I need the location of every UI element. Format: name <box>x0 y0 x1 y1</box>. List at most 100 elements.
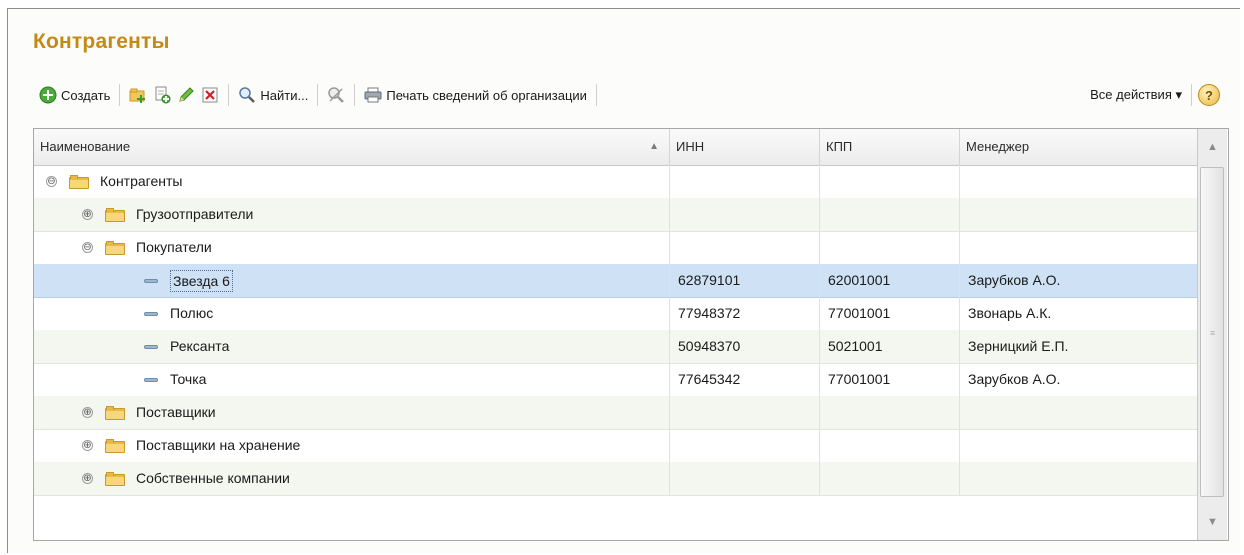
delete-button[interactable] <box>198 82 222 108</box>
item-icon <box>144 278 158 283</box>
toolbar: Создать Найти... Печать сведений об орга… <box>36 78 1236 112</box>
folder-icon <box>105 405 125 420</box>
expand-icon[interactable]: ⊕ <box>82 209 93 220</box>
cell-inn: 77645342 <box>670 363 820 396</box>
cell-manager: Зерницкий Е.П. <box>968 338 1069 354</box>
cell-name: ⊕ Грузоотправители <box>34 198 670 231</box>
cell-name: ⊕ Поставщики <box>34 396 670 429</box>
folder-icon <box>105 471 125 486</box>
expand-icon[interactable]: ⊕ <box>82 440 93 451</box>
table-row[interactable]: ⊕ Грузоотправители <box>34 198 1197 232</box>
table-row[interactable]: ⊕ Поставщики на хранение <box>34 429 1197 463</box>
copy-button[interactable] <box>150 82 174 108</box>
row-name-label: Рексанта <box>170 338 230 354</box>
print-button-label: Печать сведений об организации <box>386 87 587 103</box>
column-header-manager[interactable]: Менеджер <box>960 129 1197 165</box>
vertical-scrollbar[interactable]: ▲ ≡ ▼ <box>1197 129 1227 540</box>
expand-icon[interactable]: ⊕ <box>82 473 93 484</box>
cancel-search-button[interactable] <box>324 82 348 108</box>
table-row[interactable]: ⊖ Контрагенты <box>34 165 1197 199</box>
cancel-search-icon <box>327 86 345 104</box>
table-row[interactable]: ⊖ Покупатели <box>34 231 1197 265</box>
row-name-label: Поставщики <box>136 404 216 420</box>
item-icon <box>144 377 158 382</box>
create-button-label: Создать <box>61 87 111 103</box>
cell-name: Звезда 6 <box>34 264 670 297</box>
row-name-label: Полюс <box>170 305 214 321</box>
delete-mark-icon <box>201 86 219 104</box>
scroll-up-icon[interactable]: ▲ <box>1198 129 1227 165</box>
plus-circle-icon <box>39 86 57 104</box>
page-title: Контрагенты <box>33 30 170 53</box>
cell-name: ⊖ Контрагенты <box>34 165 670 198</box>
row-name-label: Поставщики на хранение <box>136 437 301 453</box>
table-row[interactable]: Рексанта 50948370 5021001 Зерницкий Е.П. <box>34 330 1197 364</box>
column-header-name[interactable]: Наименование ▲ <box>34 129 670 165</box>
cell-kpp: 77001001 <box>820 363 960 396</box>
table-row[interactable]: Точка 77645342 77001001 Зарубков А.О. <box>34 363 1197 397</box>
scroll-down-icon[interactable]: ▼ <box>1198 504 1227 540</box>
tree-node: ⊖ Контрагенты <box>46 165 182 198</box>
scrollbar-thumb[interactable]: ≡ <box>1200 167 1224 497</box>
expand-icon[interactable]: ⊕ <box>82 407 93 418</box>
create-button[interactable]: Создать <box>36 82 113 108</box>
column-header-name-label: Наименование <box>40 139 131 154</box>
cell-name: ⊕ Собственные компании <box>34 462 670 495</box>
folder-icon <box>105 240 125 255</box>
tree-node: ⊕ Поставщики <box>82 396 216 429</box>
print-button[interactable]: Печать сведений об организации <box>361 82 590 108</box>
table-row[interactable]: Полюс 77948372 77001001 Звонарь А.К. <box>34 297 1197 331</box>
cell-manager <box>960 462 1197 495</box>
copy-document-icon <box>153 86 171 104</box>
cell-kpp <box>820 462 960 495</box>
grip-icon: ≡ <box>1210 328 1216 338</box>
tree-node: ⊖ Покупатели <box>82 231 212 264</box>
cell-name: Полюс <box>34 297 670 330</box>
collapse-icon[interactable]: ⊖ <box>82 242 93 253</box>
cell-kpp <box>820 396 960 429</box>
tree-node: Рексанта <box>144 330 229 363</box>
toolbar-separator <box>354 84 356 106</box>
sort-icon: ▲ <box>649 141 659 152</box>
tree-node: ⊕ Грузоотправители <box>82 198 253 231</box>
column-header-kpp[interactable]: КПП <box>820 129 960 165</box>
toolbar-separator <box>228 84 230 106</box>
cell-inn: 77948372 <box>670 297 820 330</box>
cell-manager <box>960 231 1197 264</box>
cell-name: Рексанта <box>34 330 670 363</box>
row-name-label: Покупатели <box>136 239 212 255</box>
table-row[interactable]: ⊕ Собственные компании <box>34 462 1197 496</box>
collapse-icon[interactable]: ⊖ <box>46 176 57 187</box>
cell-name: Точка <box>34 363 670 396</box>
cell-name: ⊕ Поставщики на хранение <box>34 429 670 462</box>
folder-icon <box>105 438 125 453</box>
cell-kpp <box>820 165 960 198</box>
tree-node: Точка <box>144 363 206 396</box>
cell-kpp: 77001001 <box>820 297 960 330</box>
row-name-label: Грузоотправители <box>136 206 254 222</box>
folder-icon <box>105 207 125 222</box>
create-group-button[interactable] <box>126 82 150 108</box>
cell-inn <box>670 165 820 198</box>
edit-button[interactable] <box>174 82 198 108</box>
cell-manager <box>960 429 1197 462</box>
cell-manager <box>960 198 1197 231</box>
table-header: Наименование ▲ ИНН КПП Менеджер <box>34 129 1197 166</box>
cell-inn <box>670 462 820 495</box>
folder-icon <box>69 174 89 189</box>
column-header-inn[interactable]: ИНН <box>670 129 820 165</box>
add-folder-icon <box>129 86 147 104</box>
find-button[interactable]: Найти... <box>235 82 311 108</box>
cell-inn <box>670 429 820 462</box>
table-row[interactable]: Звезда 6 62879101 62001001 Зарубков А.О. <box>34 264 1197 298</box>
cell-kpp: 62001001 <box>820 264 960 297</box>
row-name-label: Собственные компании <box>136 470 290 486</box>
all-actions-button[interactable]: Все действия ▾ <box>1087 82 1185 108</box>
tree-node: Полюс <box>144 297 213 330</box>
printer-icon <box>364 86 382 104</box>
cell-manager: Звонарь А.К. <box>968 305 1052 321</box>
cell-inn <box>670 198 820 231</box>
tree-node: ⊕ Собственные компании <box>82 462 290 495</box>
table-row[interactable]: ⊕ Поставщики <box>34 396 1197 430</box>
help-button[interactable]: ? <box>1198 84 1220 106</box>
